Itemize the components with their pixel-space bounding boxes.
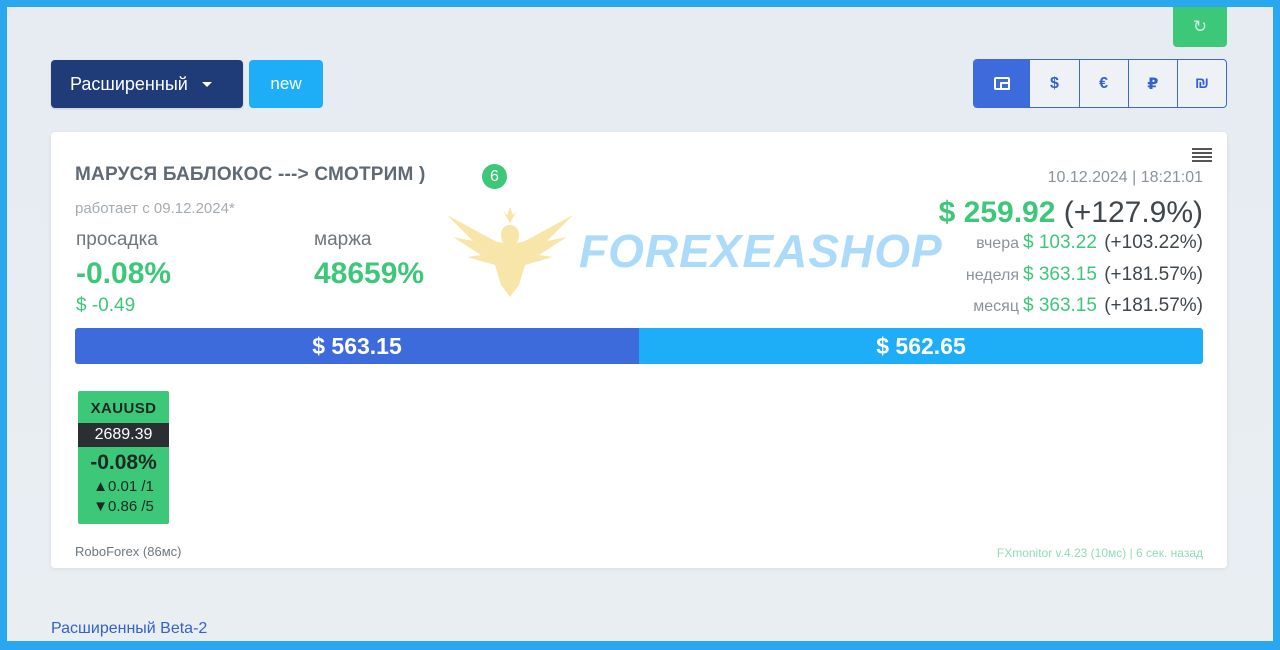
month-label: месяц <box>973 298 1019 315</box>
symbol-buy-line: ▲0.01 /1 <box>93 478 154 495</box>
currency-eur-button[interactable]: € <box>1078 60 1128 107</box>
currency-switcher: $ € ₽ ₪ <box>973 59 1227 108</box>
month-percent: (+181.57%) <box>1104 295 1203 316</box>
week-percent: (+181.57%) <box>1104 264 1203 285</box>
symbol-price: 2689.39 <box>78 423 169 447</box>
week-label: неделя <box>965 267 1019 284</box>
broker-ping: RoboForex (86мс) <box>75 544 182 559</box>
margin-label: маржа <box>314 229 372 250</box>
drawdown-percent: -0.08% <box>76 257 172 290</box>
symbol-tile-xauusd[interactable]: XAUUSD 2689.39 -0.08% ▲0.01 /1 ▼0.86 /5 <box>78 391 169 524</box>
symbol-sell-line: ▼0.86 /5 <box>93 498 154 515</box>
symbol-name: XAUUSD <box>90 400 157 417</box>
mode-dropdown-label: Расширенный <box>70 73 188 94</box>
footer-version-label: Расширенный Beta-2 <box>51 620 208 637</box>
app-frame: ↻ Расширенный new $ € ₽ ₪ МАРУСЯ БАБЛОКО… <box>7 7 1273 641</box>
profit-month: месяц $ 363.15 (+181.57%) <box>973 295 1203 317</box>
symbol-percent: -0.08% <box>90 451 157 474</box>
refresh-icon: ↻ <box>1192 17 1208 36</box>
monitor-version: FXmonitor v.4.23 (10мс) | 6 сек. назад <box>996 546 1203 560</box>
refresh-button[interactable]: ↻ <box>1173 7 1227 47</box>
count-badge: 6 <box>482 164 507 189</box>
account-title: МАРУСЯ БАБЛОКОС ---> СМОТРИМ ) <box>75 164 426 185</box>
currency-rub-button[interactable]: ₽ <box>1127 60 1177 107</box>
drawdown-usd: $ -0.49 <box>76 295 136 316</box>
account-card: МАРУСЯ БАБЛОКОС ---> СМОТРИМ ) 6 10.12.2… <box>51 132 1227 568</box>
caret-down-icon <box>201 81 212 87</box>
total-profit-percent: (+127.9%) <box>1063 196 1203 229</box>
mode-dropdown[interactable]: Расширенный <box>51 60 243 108</box>
yesterday-value: $ 103.22 <box>1022 232 1097 253</box>
yesterday-label: вчера <box>976 235 1019 252</box>
balance-value: $ 563.15 <box>75 328 639 364</box>
wallet-icon <box>993 77 1010 90</box>
currency-usd-button[interactable]: $ <box>1029 60 1078 107</box>
running-since: работает с 09.12.2024* <box>75 200 235 217</box>
currency-ils-button[interactable]: ₪ <box>1176 60 1226 107</box>
total-profit: $ 259.92 (+127.9%) <box>939 196 1203 230</box>
margin-percent: 48659% <box>314 257 425 290</box>
profit-week: неделя $ 363.15 (+181.57%) <box>966 264 1203 286</box>
update-datetime: 10.12.2024 | 18:21:01 <box>1047 169 1203 186</box>
yesterday-percent: (+103.22%) <box>1104 232 1203 253</box>
equity-value: $ 562.65 <box>639 328 1203 364</box>
balance-equity-bar: $ 563.15 $ 562.65 <box>75 328 1203 364</box>
week-value: $ 363.15 <box>1022 264 1097 285</box>
profit-yesterday: вчера $ 103.22 (+103.22%) <box>976 232 1203 254</box>
menu-icon[interactable] <box>1192 148 1212 162</box>
new-button[interactable]: new <box>249 60 323 108</box>
total-profit-value: $ 259.92 <box>938 196 1056 229</box>
currency-wallet-button[interactable] <box>974 60 1030 107</box>
drawdown-label: просадка <box>76 229 158 250</box>
month-value: $ 363.15 <box>1022 295 1097 316</box>
